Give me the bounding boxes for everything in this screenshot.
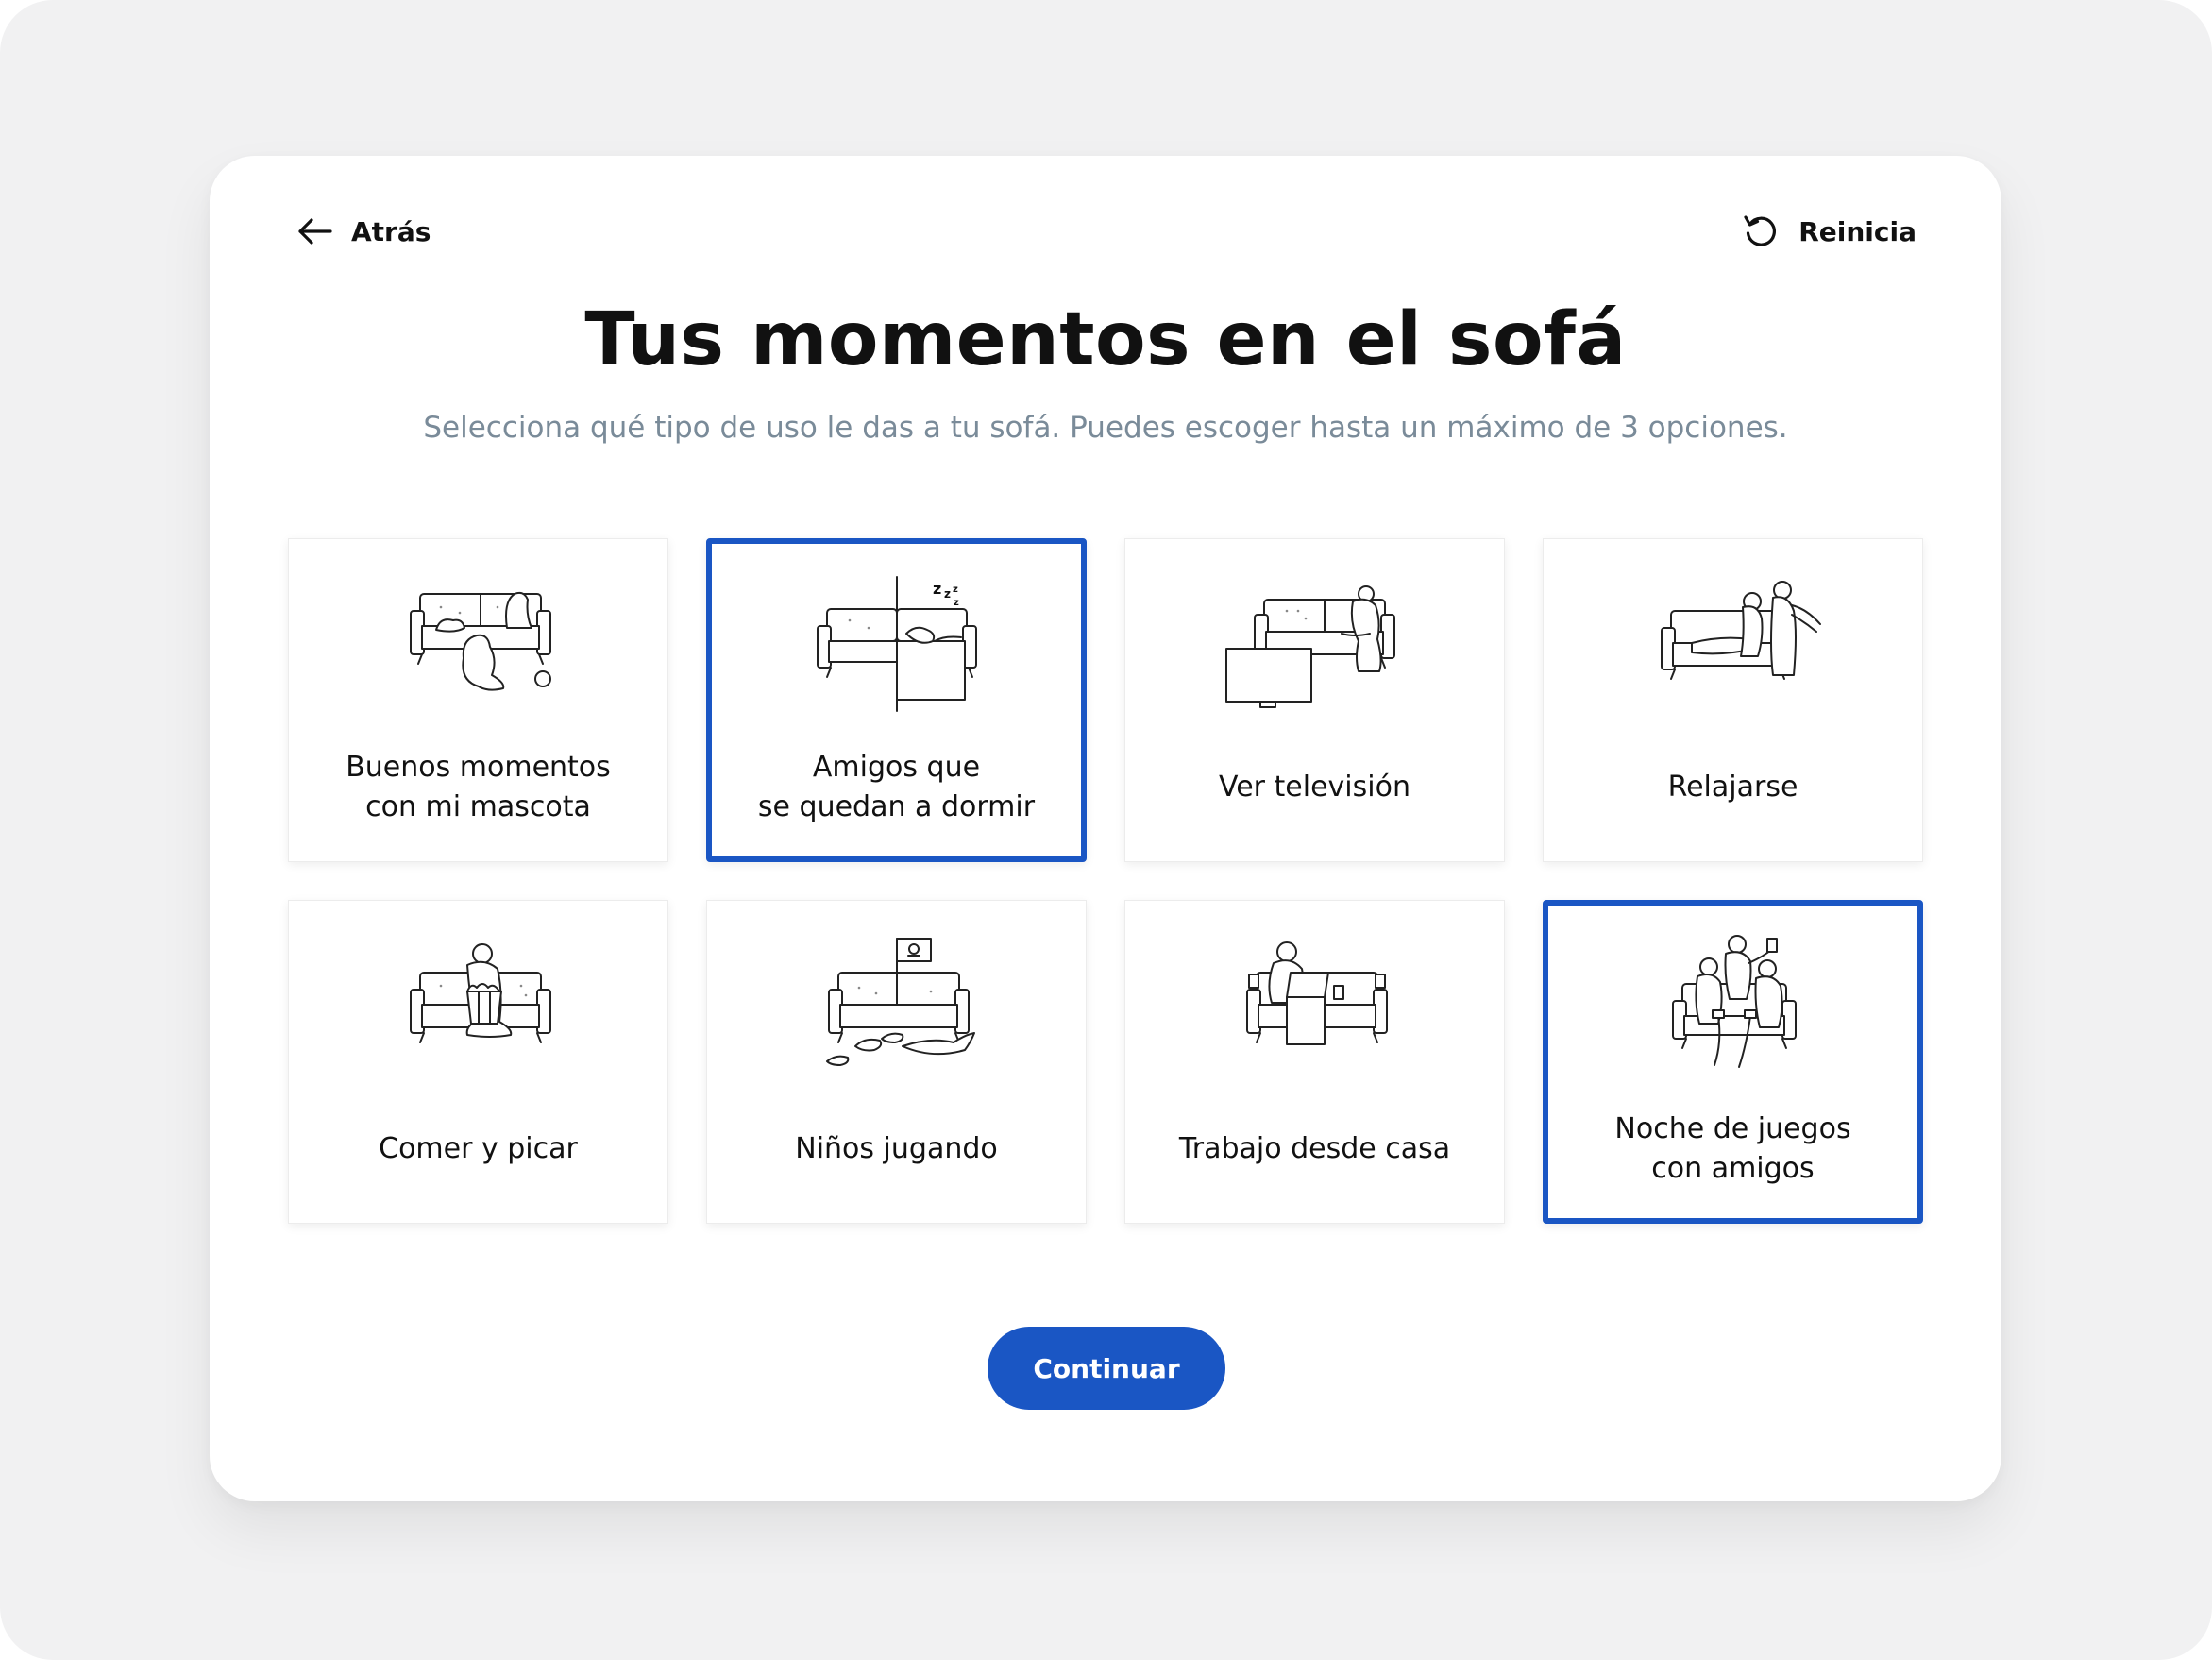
sofa-bed-icon: z z z z [816,576,977,712]
option-label: Relajarse [1667,771,1798,804]
option-sleepover[interactable]: z z z z Amigos que se quedan a dormir [706,538,1087,862]
page-subtitle: Selecciona qué tipo de uso le das a tu s… [423,411,1788,445]
arrow-left-icon [296,217,332,246]
option-label: Comer y picar [379,1132,578,1165]
option-eat-snack[interactable]: Comer y picar [288,900,668,1224]
sofa-game-night-icon [1671,935,1797,1068]
continue-button[interactable]: Continuar [988,1327,1225,1410]
option-game-night[interactable]: Noche de juegos con amigos [1543,900,1923,1224]
option-label: Noche de juegos con amigos [1614,1112,1851,1185]
option-kids-playing[interactable]: Niños jugando [706,900,1087,1224]
option-label: Ver televisión [1219,771,1410,804]
option-label: Amigos que se quedan a dormir [757,751,1036,823]
svg-text:z: z [944,587,951,601]
option-label: Trabajo desde casa [1178,1132,1451,1165]
sofa-kids-icon [825,938,975,1066]
svg-text:z: z [933,580,941,598]
svg-text:z: z [954,598,959,608]
back-button[interactable]: Atrás [291,203,436,260]
sofa-pet-icon [409,591,551,691]
sofa-use-card: Atrás Reinicia Tus momentos en el sofá S… [210,156,2001,1501]
option-label: Buenos momentos con mi mascota [346,751,611,823]
reset-icon [1742,212,1780,250]
option-work-from-home[interactable]: Trabajo desde casa [1124,900,1505,1224]
page-title: Tus momentos en el sofá [584,297,1627,382]
sofa-relax-icon [1660,581,1821,680]
option-watch-tv[interactable]: Ver televisión [1124,538,1505,862]
sofa-popcorn-icon [409,943,551,1043]
back-label: Atrás [351,215,431,247]
option-label: Niños jugando [795,1132,998,1165]
sofa-tv-icon [1224,585,1395,708]
svg-text:z: z [953,584,958,595]
reset-label: Reinicia [1798,215,1917,247]
reset-button[interactable]: Reinicia [1736,203,1922,260]
option-relax[interactable]: Relajarse [1543,538,1923,862]
sofa-laptop-icon [1245,941,1388,1045]
options-grid: Buenos momentos con mi mascota z z z z A… [288,538,1924,1224]
option-pet-moments[interactable]: Buenos momentos con mi mascota [288,538,668,862]
